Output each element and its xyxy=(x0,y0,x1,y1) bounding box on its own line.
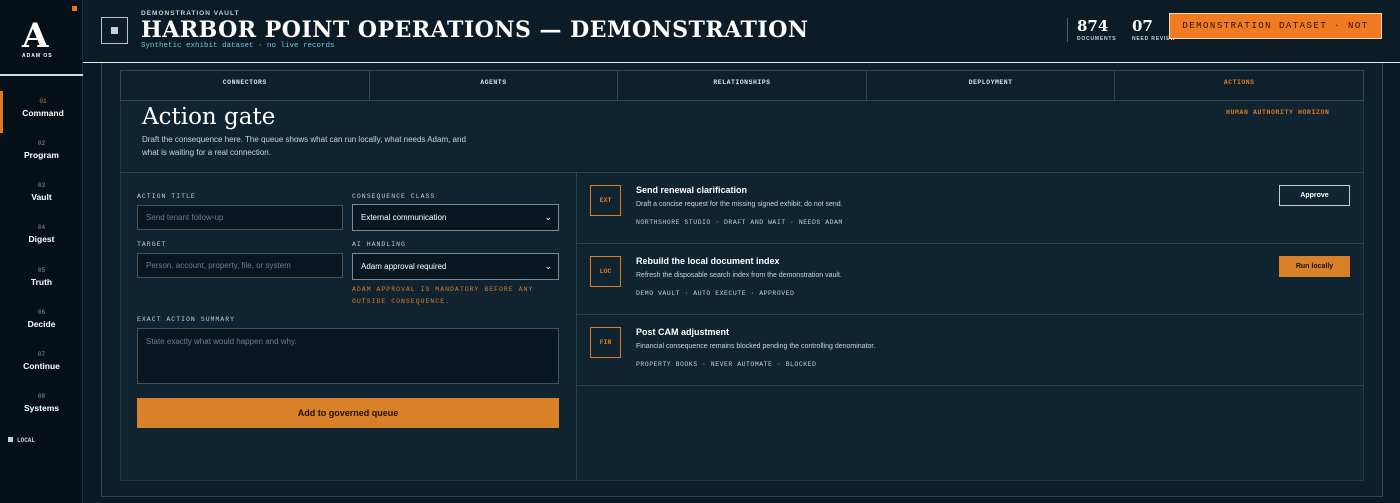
approve-button[interactable]: Approve xyxy=(1279,185,1350,206)
queue-item-description: Draft a concise request for the missing … xyxy=(636,201,843,208)
nav-label: Continue xyxy=(23,361,60,371)
horizon-label: HUMAN AUTHORITY HORIZON xyxy=(1226,109,1330,116)
nav-label: Command xyxy=(22,108,64,118)
nav-label: Vault xyxy=(31,192,52,202)
metric-value: 874 xyxy=(1077,17,1109,35)
ai-handling-label: AI HANDLING xyxy=(352,241,406,248)
tab-connectors[interactable]: CONNECTORS xyxy=(121,71,370,100)
queue-code-badge: EXT xyxy=(590,185,621,216)
nav-number: 08 xyxy=(37,393,46,400)
demo-dataset-badge: DEMONSTRATION DATASET · NOT LIVE xyxy=(1169,13,1382,55)
nav-number: 02 xyxy=(37,140,46,147)
consequence-class-select[interactable]: External communication ⌄ xyxy=(352,204,559,231)
page-subtitle: Synthetic exhibit dataset · no live reco… xyxy=(141,42,335,50)
logo[interactable]: A ADAM OS xyxy=(0,0,83,76)
local-status-label: LOCAL xyxy=(17,437,36,444)
sidebar: A ADAM OS 01 Command 02 Program 03 Vault… xyxy=(0,0,83,503)
nav-item-truth[interactable]: 05 Truth xyxy=(0,260,83,302)
queue-item: EXT Send renewal clarification Draft a c… xyxy=(577,173,1363,244)
status-dot xyxy=(72,6,77,11)
action-title-label: ACTION TITLE xyxy=(137,193,196,200)
action-title-input[interactable] xyxy=(137,205,343,230)
square-icon xyxy=(111,27,118,34)
queue-item: FIN Post CAM adjustment Financial conseq… xyxy=(577,315,1363,386)
target-input[interactable] xyxy=(137,253,343,278)
select-value: External communication xyxy=(361,213,447,222)
ai-handling-select[interactable]: Adam approval required ⌄ xyxy=(352,253,559,280)
nav-label: Decide xyxy=(27,319,56,329)
header-eyebrow: DEMONSTRATION VAULT xyxy=(141,10,240,17)
menu-toggle-button[interactable] xyxy=(101,17,128,44)
nav-label: Truth xyxy=(30,277,53,287)
nav-number: 04 xyxy=(37,224,46,231)
metric-label: DOCUMENTS xyxy=(1077,36,1117,42)
nav-item-digest[interactable]: 04 Digest xyxy=(0,217,83,259)
queue-item-meta: DEMO VAULT · AUTO EXECUTE · APPROVED xyxy=(636,290,795,297)
nav-label: Program xyxy=(24,150,59,160)
nav-number: 05 xyxy=(37,267,46,274)
queue-item-description: Refresh the disposable search index from… xyxy=(636,272,842,279)
nav-number: 01 xyxy=(39,98,47,105)
section-tabs: CONNECTORS AGENTS RELATIONSHIPS DEPLOYME… xyxy=(120,70,1364,101)
queue-item-meta: PROPERTY BOOKS · NEVER AUTOMATE · BLOCKE… xyxy=(636,361,817,368)
nav-number: 07 xyxy=(37,351,46,358)
nav-item-vault[interactable]: 03 Vault xyxy=(0,175,83,217)
tab-deployment[interactable]: DEPLOYMENT xyxy=(867,71,1116,100)
select-value: Adam approval required xyxy=(361,262,447,271)
target-label: TARGET xyxy=(137,241,167,248)
summary-label: EXACT ACTION SUMMARY xyxy=(137,316,236,323)
nav-item-systems[interactable]: 08 Systems xyxy=(0,386,83,428)
tab-actions[interactable]: ACTIONS xyxy=(1115,71,1363,100)
queue-code-badge: LOC xyxy=(590,256,621,287)
add-to-queue-button[interactable]: Add to governed queue xyxy=(137,398,559,428)
logo-name: ADAM OS xyxy=(22,53,53,59)
consequence-class-label: CONSEQUENCE CLASS xyxy=(352,193,436,200)
header: DEMONSTRATION VAULT HARBOR POINT OPERATI… xyxy=(83,0,1400,63)
queue-item-title: Rebuild the local document index xyxy=(636,256,780,266)
run-locally-button[interactable]: Run locally xyxy=(1279,256,1350,277)
nav-label: Systems xyxy=(24,403,59,413)
nav-number: 06 xyxy=(37,309,46,316)
nav-label: Digest xyxy=(28,234,55,244)
chevron-down-icon: ⌄ xyxy=(544,261,552,271)
section-description: Draft the consequence here. The queue sh… xyxy=(142,135,466,157)
page-title: HARBOR POINT OPERATIONS — DEMONSTRATION xyxy=(141,17,809,43)
metric-documents: 874 DOCUMENTS xyxy=(1077,17,1117,43)
tab-relationships[interactable]: RELATIONSHIPS xyxy=(618,71,867,100)
nav-item-continue[interactable]: 07 Continue xyxy=(0,344,83,386)
logo-mark: A xyxy=(22,16,49,56)
local-indicator-icon xyxy=(8,437,13,442)
queue-item-title: Post CAM adjustment xyxy=(636,327,730,337)
queue-item-description: Financial consequence remains blocked pe… xyxy=(636,343,876,350)
nav-number: 03 xyxy=(37,182,46,189)
metric-divider xyxy=(1067,18,1068,42)
nav-item-command[interactable]: 01 Command xyxy=(0,91,83,133)
local-status: LOCAL xyxy=(8,437,35,444)
nav-item-program[interactable]: 02 Program xyxy=(0,133,83,175)
queue-item-meta: NORTHSHORE STUDIO · DRAFT AND WAIT · NEE… xyxy=(636,219,843,226)
queue-code-badge: FIN xyxy=(590,327,621,358)
approval-warning: ADAM APPROVAL IS MANDATORY BEFORE ANY OU… xyxy=(352,286,534,305)
summary-textarea[interactable] xyxy=(137,328,559,384)
queue-item: LOC Rebuild the local document index Ref… xyxy=(577,244,1363,315)
nav-item-decide[interactable]: 06 Decide xyxy=(0,302,83,344)
chevron-down-icon: ⌄ xyxy=(544,212,552,222)
queue-item-title: Send renewal clarification xyxy=(636,185,748,195)
tab-agents[interactable]: AGENTS xyxy=(370,71,619,100)
section-title: Action gate xyxy=(142,104,276,130)
